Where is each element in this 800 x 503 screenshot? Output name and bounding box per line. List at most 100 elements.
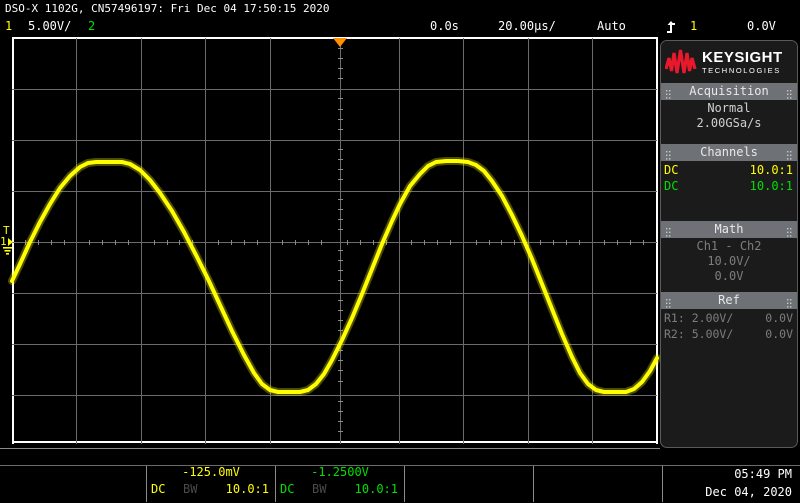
math-section-title: Math bbox=[714, 222, 744, 236]
graticule-vline-2 bbox=[141, 38, 142, 444]
graticule-vline-9 bbox=[592, 38, 593, 444]
acquisition-section-body: Normal 2.00GSa/s bbox=[661, 100, 797, 144]
acquisition-mode[interactable]: Normal bbox=[661, 101, 797, 116]
ch1-measurement-detail: DC BW 10.0:1 bbox=[147, 481, 275, 498]
math-section-header[interactable]: Math bbox=[661, 221, 797, 238]
ch2-bottom-coupling: DC bbox=[280, 482, 295, 496]
keysight-logo-name: KEYSIGHT bbox=[702, 48, 783, 66]
status-trigger-source[interactable]: 1 bbox=[690, 17, 697, 35]
drag-handle-icon[interactable] bbox=[666, 148, 671, 160]
ch2-measurement-detail: DC BW 10.0:1 bbox=[276, 481, 404, 498]
graticule-hline-7 bbox=[12, 395, 657, 396]
waveform-display[interactable]: T 1 bbox=[0, 36, 660, 444]
ch1-waveform-trace bbox=[8, 157, 660, 396]
ch2-measurement-value: -1.2500V bbox=[311, 465, 369, 479]
ref-r1-label: R1: bbox=[664, 311, 685, 325]
bottom-divider-4 bbox=[662, 466, 663, 502]
ch1-bottom-coupling: DC bbox=[151, 482, 166, 496]
acquisition-sample-rate: 2.00GSa/s bbox=[696, 116, 762, 130]
ch1-bottom-bandwidth: BW bbox=[183, 482, 198, 496]
ch1-ground-marker[interactable]: 1 bbox=[0, 235, 16, 260]
ref-r1-scale: 2.00V/ bbox=[691, 311, 734, 325]
instrument-title: DSO-X 1102G, CN57496197: Fri Dec 04 17:5… bbox=[0, 0, 800, 17]
ch1-coupling: DC bbox=[664, 163, 679, 177]
ref-row-r1[interactable]: R1: 2.00V/ 0.0V bbox=[661, 310, 797, 326]
graticule-hline-5 bbox=[12, 293, 657, 294]
channels-section-body: DC 10.0:1 DC 10.0:1 bbox=[661, 161, 797, 221]
ch1-probe-ratio: 10.0:1 bbox=[749, 163, 793, 177]
ch1-measurement-value: -125.0mV bbox=[182, 465, 240, 479]
ref-r1-offset: 0.0V bbox=[765, 311, 793, 325]
status-delay[interactable]: 0.0s bbox=[430, 17, 459, 35]
oscilloscope-screen: DSO-X 1102G, CN57496197: Fri Dec 04 17:5… bbox=[0, 0, 800, 503]
sidebar-panel[interactable]: KEYSIGHT TECHNOLOGIES Acquisition Normal… bbox=[660, 40, 798, 448]
bottom-bar: -125.0mV DC BW 10.0:1 -1.2500V DC BW 10.… bbox=[0, 448, 800, 503]
ref-r1-label-scale: R1: 2.00V/ bbox=[664, 310, 733, 326]
ch1-measurement-cell[interactable]: -125.0mV DC BW 10.0:1 bbox=[147, 464, 275, 498]
drag-handle-icon[interactable] bbox=[787, 225, 792, 237]
graticule-vline-6 bbox=[399, 38, 400, 444]
ch2-bottom-probe: 10.0:1 bbox=[354, 482, 398, 496]
status-timebase[interactable]: 20.00µs/ bbox=[498, 17, 556, 35]
graticule-vline-3 bbox=[205, 38, 206, 444]
ref-r2-label: R2: bbox=[664, 327, 685, 341]
status-trigger-level[interactable]: 0.0V bbox=[747, 17, 776, 35]
keysight-logo-tagline: TECHNOLOGIES bbox=[702, 65, 781, 75]
graticule-vline-1 bbox=[76, 38, 77, 444]
status-ch1-scale[interactable]: 5.00V/ bbox=[28, 17, 71, 35]
graticule-hline-center bbox=[12, 242, 657, 243]
bottom-divider-2 bbox=[404, 466, 405, 502]
drag-handle-icon[interactable] bbox=[787, 296, 792, 308]
ref-r2-label-scale: R2: 5.00V/ bbox=[664, 326, 733, 342]
graticule-hline-6 bbox=[12, 344, 657, 345]
drag-handle-icon[interactable] bbox=[787, 87, 792, 99]
graticule-vline-4 bbox=[270, 38, 271, 444]
graticule-vline-10 bbox=[656, 38, 658, 444]
math-section-body: Ch1 - Ch2 10.0V/ 0.0V bbox=[661, 238, 797, 292]
graticule-hline-1 bbox=[12, 89, 657, 90]
keysight-wave-mark bbox=[665, 49, 697, 74]
svg-text:1: 1 bbox=[0, 235, 7, 248]
bottom-divider-3 bbox=[533, 466, 534, 502]
status-ch2-number[interactable]: 2 bbox=[88, 17, 95, 35]
ref-section-title: Ref bbox=[718, 293, 740, 307]
status-ch1-number[interactable]: 1 bbox=[5, 17, 12, 35]
graticule-vline-8 bbox=[528, 38, 529, 444]
keysight-logo: KEYSIGHT TECHNOLOGIES bbox=[661, 41, 797, 83]
drag-handle-icon[interactable] bbox=[787, 148, 792, 160]
channels-section-title: Channels bbox=[700, 145, 758, 159]
channel-row-1[interactable]: DC 10.0:1 bbox=[661, 162, 797, 178]
graticule-hline-2 bbox=[12, 140, 657, 141]
math-scale[interactable]: 10.0V/ bbox=[661, 254, 797, 269]
ch2-bottom-bandwidth: BW bbox=[312, 482, 327, 496]
acquisition-section-title: Acquisition bbox=[689, 84, 769, 98]
graticule-bottom-border bbox=[12, 441, 658, 443]
ref-section-body: R1: 2.00V/ 0.0V R2: 5.00V/ 0.0V bbox=[661, 309, 797, 344]
ch2-coupling: DC bbox=[664, 179, 679, 193]
graticule-hline-3 bbox=[12, 191, 657, 192]
ref-section-header[interactable]: Ref bbox=[661, 292, 797, 309]
math-expression[interactable]: Ch1 - Ch2 bbox=[661, 239, 797, 254]
trigger-position-marker[interactable] bbox=[333, 38, 347, 47]
ref-r2-scale: 5.00V/ bbox=[691, 327, 734, 341]
ref-row-r2[interactable]: R2: 5.00V/ 0.0V bbox=[661, 326, 797, 342]
clock-time: 05:49 PM bbox=[734, 467, 792, 481]
ch2-probe-ratio: 10.0:1 bbox=[749, 179, 793, 193]
acquisition-section-header[interactable]: Acquisition bbox=[661, 83, 797, 100]
channel-row-2[interactable]: DC 10.0:1 bbox=[661, 178, 797, 194]
ch2-measurement-cell[interactable]: -1.2500V DC BW 10.0:1 bbox=[276, 464, 404, 498]
drag-handle-icon[interactable] bbox=[666, 296, 671, 308]
drag-handle-icon[interactable] bbox=[666, 87, 671, 99]
channels-section-header[interactable]: Channels bbox=[661, 144, 797, 161]
rising-edge-icon[interactable] bbox=[666, 20, 677, 33]
math-offset[interactable]: 0.0V bbox=[661, 269, 797, 284]
graticule-vline-7 bbox=[463, 38, 464, 444]
status-bar: 1 5.00V/ 2 0.0s 20.00µs/ Auto 1 0.0V bbox=[0, 17, 800, 35]
ref-r2-offset: 0.0V bbox=[765, 327, 793, 341]
clock: 05:49 PM Dec 04, 2020 bbox=[705, 465, 792, 501]
drag-handle-icon[interactable] bbox=[666, 225, 671, 237]
clock-date: Dec 04, 2020 bbox=[705, 485, 792, 499]
ch1-bottom-probe: 10.0:1 bbox=[225, 482, 269, 496]
bottom-top-rule bbox=[0, 448, 660, 449]
status-trigger-mode[interactable]: Auto bbox=[597, 17, 626, 35]
